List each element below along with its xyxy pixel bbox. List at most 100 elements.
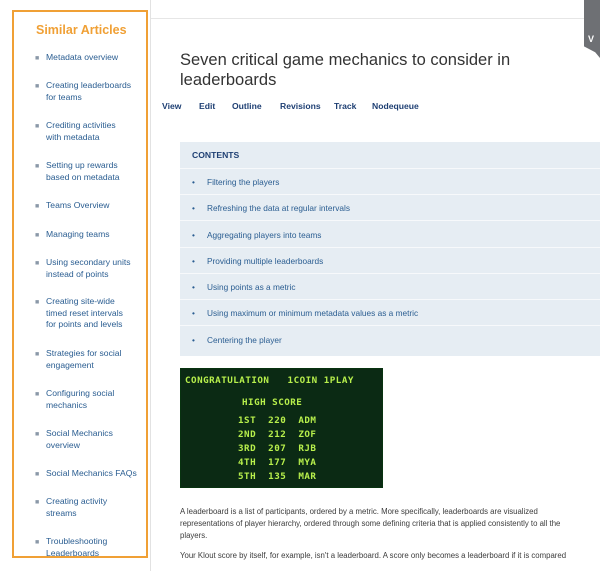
body-text: Your Klout score by itself, for example,… (180, 551, 567, 560)
sidebar-item-label[interactable]: Leaderboards (46, 548, 148, 560)
tab-outline[interactable]: Outline (232, 101, 262, 111)
bullet-icon: ■ (35, 203, 40, 210)
divider (180, 194, 600, 195)
sidebar-item-label[interactable]: Configuring social (46, 388, 148, 400)
sidebar-item-label[interactable]: Teams Overview (46, 200, 148, 212)
sidebar-item-label[interactable]: timed reset intervals (46, 308, 148, 320)
sidebar-item-label[interactable]: Managing teams (46, 229, 148, 241)
toc-link[interactable]: Providing multiple leaderboards (207, 256, 323, 266)
sidebar-item-label[interactable]: Crediting activities (46, 120, 148, 132)
page-title: Seven critical game mechanics to conside… (180, 50, 590, 90)
divider (180, 247, 600, 248)
sidebar-item-activity-streams[interactable]: ■ Creating activity streams (35, 496, 148, 520)
tab-view[interactable]: View (162, 101, 181, 111)
body-text: representations of player hierarchy, ord… (180, 519, 561, 528)
sidebar-item-configuring-social[interactable]: ■ Configuring social mechanics (35, 388, 148, 412)
corner-badge-label: V (588, 34, 595, 44)
tab-revisions[interactable]: Revisions (280, 101, 321, 111)
tab-track[interactable]: Track (334, 101, 356, 111)
arcade-score-row: 1ST 220 ADM (238, 415, 317, 426)
sidebar-item-label[interactable]: for teams (46, 92, 148, 104)
sidebar-item-creating-leaderboards[interactable]: ■ Creating leaderboards for teams (35, 80, 148, 104)
tab-edit[interactable]: Edit (199, 101, 215, 111)
arcade-high-score-image: CONGRATULATION 1COIN 1PLAY HIGH SCORE 1S… (180, 368, 383, 488)
bullet-icon: ■ (35, 123, 40, 130)
bullet-icon: ■ (35, 539, 40, 546)
sidebar-item-label[interactable]: with metadata (46, 132, 148, 144)
toc-link[interactable]: Filtering the players (207, 177, 279, 187)
bullet-icon: ■ (35, 83, 40, 90)
bullet-icon: • (192, 335, 195, 345)
sidebar-item-label[interactable]: streams (46, 508, 148, 520)
divider (180, 273, 600, 274)
tab-nodequeue[interactable]: Nodequeue (372, 101, 419, 111)
sidebar-item-label[interactable]: mechanics (46, 400, 148, 412)
sidebar-item-social-faqs[interactable]: ■ Social Mechanics FAQs (35, 468, 148, 480)
sidebar-divider (150, 0, 151, 571)
similar-articles-title: Similar Articles (36, 23, 127, 37)
toc-link[interactable]: Centering the player (207, 335, 282, 345)
bullet-icon: ■ (35, 163, 40, 170)
toc-link[interactable]: Aggregating players into teams (207, 230, 321, 240)
arcade-subheader: HIGH SCORE (242, 397, 303, 408)
sidebar-item-label[interactable]: Setting up rewards (46, 160, 148, 172)
toc-link[interactable]: Using points as a metric (207, 282, 296, 292)
sidebar-item-label[interactable]: overview (46, 440, 148, 452)
bullet-icon: ■ (35, 260, 40, 267)
sidebar-item-label[interactable]: Metadata overview (46, 52, 148, 64)
contents-heading: CONTENTS (192, 150, 240, 160)
arcade-score-row: 4TH 177 MYA (238, 457, 317, 468)
arcade-score-row: 3RD 207 RJB (238, 443, 317, 454)
sidebar-item-label[interactable]: Creating site-wide (46, 296, 148, 308)
bullet-icon: • (192, 282, 195, 292)
body-text: A leaderboard is a list of participants,… (180, 507, 538, 516)
sidebar-item-label[interactable]: engagement (46, 360, 148, 372)
bullet-icon: ■ (35, 471, 40, 478)
sidebar-item-label[interactable]: Creating leaderboards (46, 80, 148, 92)
sidebar-item-teams-overview[interactable]: ■ Teams Overview (35, 200, 148, 212)
bullet-icon: • (192, 256, 195, 266)
bullet-icon: • (192, 230, 195, 240)
bullet-icon: ■ (35, 299, 40, 306)
sidebar-item-metadata-overview[interactable]: ■ Metadata overview (35, 52, 148, 64)
arcade-score-row: 2ND 212 ZOF (238, 429, 317, 440)
sidebar-item-label[interactable]: based on metadata (46, 172, 148, 184)
sidebar-item-label[interactable]: Social Mechanics (46, 428, 148, 440)
bullet-icon: • (192, 203, 195, 213)
bullet-icon: ■ (35, 351, 40, 358)
sidebar-item-label[interactable]: Creating activity (46, 496, 148, 508)
sidebar-item-crediting-activities[interactable]: ■ Crediting activities with metadata (35, 120, 148, 144)
similar-articles-panel: Similar Articles ■ Metadata overview ■ C… (12, 10, 148, 558)
page-title-line: Seven critical game mechanics to conside… (180, 51, 511, 69)
sidebar-item-label[interactable]: Using secondary units (46, 257, 148, 269)
sidebar-item-secondary-units[interactable]: ■ Using secondary units instead of point… (35, 257, 148, 281)
bullet-icon: ■ (35, 499, 40, 506)
sidebar-item-label[interactable]: Strategies for social (46, 348, 148, 360)
bullet-icon: • (192, 177, 195, 187)
divider (180, 168, 600, 169)
sidebar-item-label[interactable]: Troubleshooting (46, 536, 148, 548)
top-divider (151, 18, 600, 19)
divider (180, 220, 600, 221)
bullet-icon: ■ (35, 55, 40, 62)
arcade-score-row: 5TH 135 MAR (238, 471, 317, 482)
arcade-header: CONGRATULATION 1COIN 1PLAY (185, 375, 354, 386)
sidebar-item-timed-reset[interactable]: ■ Creating site-wide timed reset interva… (35, 296, 148, 331)
table-of-contents: CONTENTS • Filtering the players • Refre… (180, 142, 600, 356)
body-text: players. (180, 531, 208, 540)
sidebar-item-label[interactable]: for points and levels (46, 319, 148, 331)
page-title-line: leaderboards (180, 71, 277, 89)
sidebar-item-managing-teams[interactable]: ■ Managing teams (35, 229, 148, 241)
sidebar-item-troubleshooting[interactable]: ■ Troubleshooting Leaderboards (35, 536, 148, 560)
bullet-icon: • (192, 308, 195, 318)
sidebar-item-setting-up-rewards[interactable]: ■ Setting up rewards based on metadata (35, 160, 148, 184)
toc-link[interactable]: Using maximum or minimum metadata values… (207, 308, 418, 318)
bullet-icon: ■ (35, 232, 40, 239)
sidebar-item-social-overview[interactable]: ■ Social Mechanics overview (35, 428, 148, 452)
toc-link[interactable]: Refreshing the data at regular intervals (207, 203, 350, 213)
divider (180, 325, 600, 326)
sidebar-item-label[interactable]: Social Mechanics FAQs (46, 468, 148, 480)
sidebar-item-social-strategies[interactable]: ■ Strategies for social engagement (35, 348, 148, 372)
bullet-icon: ■ (35, 391, 40, 398)
sidebar-item-label[interactable]: instead of points (46, 269, 148, 281)
